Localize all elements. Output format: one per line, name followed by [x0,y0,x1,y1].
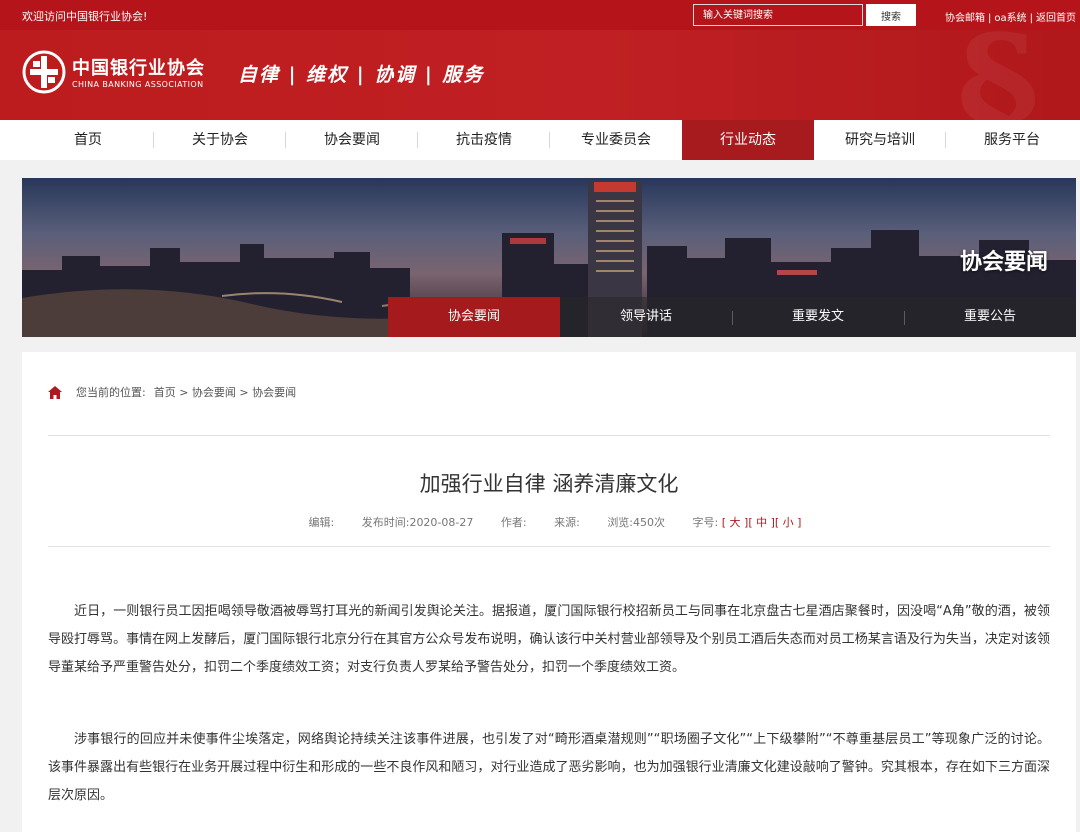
font-size-small-button[interactable]: [ 小 ] [775,516,802,529]
org-name: 中国银行业协会 [72,58,205,79]
divider [48,435,1050,436]
meta-date: 发布时间:2020-08-27 [361,516,474,529]
breadcrumb-path[interactable]: 首页 > 协会要闻 > 协会要闻 [154,384,296,400]
meta-font-label: 字号: [692,516,719,529]
nav-item-research[interactable]: 研究与培训 [814,120,946,160]
article-meta: 编辑: 发布时间:2020-08-27 作者: 来源: 浏览:450次 字号: … [22,514,1076,530]
breadcrumb-label: 您当前的位置: [76,386,146,399]
meta-source: 来源: [554,516,580,529]
banner: 协会要闻 协会要闻 领导讲话 重要发文 重要公告 [22,178,1076,337]
tab-leader-speeches[interactable]: 领导讲话 [560,297,732,337]
site-header: § 中国银行业协会 CHINA BANKING ASSOCIATION 自律 |… [0,30,1080,120]
back-home-link[interactable]: 返回首页 [1036,13,1076,24]
oa-system-link[interactable]: oa系统 [994,13,1026,24]
header-decoration: § [956,30,1040,120]
article-paragraph: 涉事银行的回应并未使事件尘埃落定，网络舆论持续关注该事件进展，也引发了对“畸形酒… [48,732,1050,803]
nav-item-industry[interactable]: 行业动态 [682,120,814,160]
article-container: 您当前的位置: 首页 > 协会要闻 > 协会要闻 加强行业自律 涵养清廉文化 编… [22,352,1076,832]
meta-author: 作者: [500,516,527,529]
meta-editor: 编辑: [308,516,335,529]
email-link[interactable]: 协会邮箱 [945,13,985,24]
article-title: 加强行业自律 涵养清廉文化 [419,472,679,496]
nav-item-services[interactable]: 服务平台 [946,120,1078,160]
breadcrumb: 您当前的位置: 首页 > 协会要闻 > 协会要闻 [48,384,296,400]
tab-important-documents[interactable]: 重要发文 [732,297,904,337]
home-icon[interactable] [48,385,62,399]
welcome-text: 欢迎访问中国银行业协会! [22,10,148,23]
nav-item-committees[interactable]: 专业委员会 [550,120,682,160]
search-input[interactable] [693,4,863,26]
search-button[interactable]: 搜索 [866,4,916,26]
nav-item-home[interactable]: 首页 [22,120,154,160]
org-name-english: CHINA BANKING ASSOCIATION [72,80,204,89]
nav-item-epidemic[interactable]: 抗击疫情 [418,120,550,160]
link-separator: | [1029,13,1033,24]
nav-item-news[interactable]: 协会要闻 [286,120,418,160]
font-size-large-button[interactable]: [ 大 ] [722,516,749,529]
slogan: 自律 | 维权 | 协调 | 服务 [238,64,485,86]
divider [48,546,1050,547]
top-links: 协会邮箱 | oa系统 | 返回首页 [945,9,1076,24]
meta-views: 浏览:450次 [607,516,666,529]
top-bar: 欢迎访问中国银行业协会! 搜索 协会邮箱|oa系统|返回首页 [0,0,1080,30]
banner-title: 协会要闻 [959,250,1048,275]
article-paragraph: 近日，一则银行员工因拒喝领导敬酒被辱骂打耳光的新闻引发舆论关注。据报道，厦门国际… [48,604,1050,675]
banner-subtabs: 协会要闻 领导讲话 重要发文 重要公告 [388,297,1076,337]
tab-association-news[interactable]: 协会要闻 [388,297,560,337]
link-separator: | [988,13,992,24]
tab-important-notices[interactable]: 重要公告 [904,297,1076,337]
logo-icon[interactable] [22,50,66,94]
main-nav: 首页 关于协会 协会要闻 抗击疫情 专业委员会 行业动态 研究与培训 服务平台 [0,120,1080,160]
font-size-medium-button[interactable]: [ 中 ] [748,516,775,529]
nav-item-about[interactable]: 关于协会 [154,120,286,160]
